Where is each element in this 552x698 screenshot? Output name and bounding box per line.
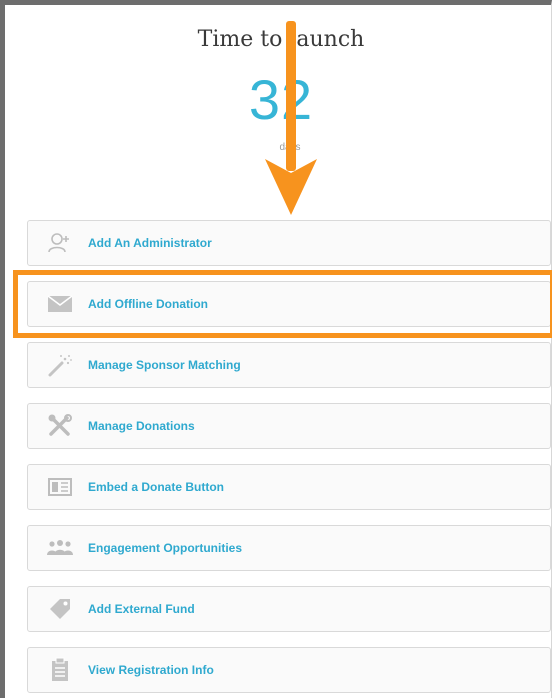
menu-item-label: Embed a Donate Button bbox=[88, 480, 225, 494]
menu-item-label: Add An Administrator bbox=[88, 236, 212, 250]
menu-item-label: Manage Donations bbox=[88, 419, 195, 433]
menu-item-embed-donate-button[interactable]: Embed a Donate Button bbox=[27, 464, 551, 510]
menu-item-add-administrator[interactable]: Add An Administrator bbox=[27, 220, 551, 266]
tag-icon bbox=[46, 595, 74, 623]
people-group-icon bbox=[46, 534, 74, 562]
menu-item-label: Add External Fund bbox=[88, 602, 195, 616]
orange-arrow-icon bbox=[265, 21, 317, 215]
menu-item-engagement-opportunities[interactable]: Engagement Opportunities bbox=[27, 525, 551, 571]
envelope-icon bbox=[46, 290, 74, 318]
menu-item-view-registration-info[interactable]: View Registration Info bbox=[27, 647, 551, 693]
embed-card-icon bbox=[46, 473, 74, 501]
menu-item-label: Add Offline Donation bbox=[88, 297, 208, 311]
add-user-icon bbox=[46, 229, 74, 257]
menu-item-manage-sponsor-matching[interactable]: Manage Sponsor Matching bbox=[27, 342, 551, 388]
clipboard-icon bbox=[46, 656, 74, 684]
menu-item-label: Manage Sponsor Matching bbox=[88, 358, 241, 372]
menu-item-manage-donations[interactable]: Manage Donations bbox=[27, 403, 551, 449]
menu-item-label: Engagement Opportunities bbox=[88, 541, 243, 555]
tools-icon bbox=[46, 412, 74, 440]
launch-panel: Time to launch 32 days Add An Administra… bbox=[0, 0, 552, 698]
menu-item-add-external-fund[interactable]: Add External Fund bbox=[27, 586, 551, 632]
magic-wand-icon bbox=[46, 351, 74, 379]
menu-item-add-offline-donation[interactable]: Add Offline Donation bbox=[27, 281, 551, 327]
menu-item-label: View Registration Info bbox=[88, 663, 214, 677]
